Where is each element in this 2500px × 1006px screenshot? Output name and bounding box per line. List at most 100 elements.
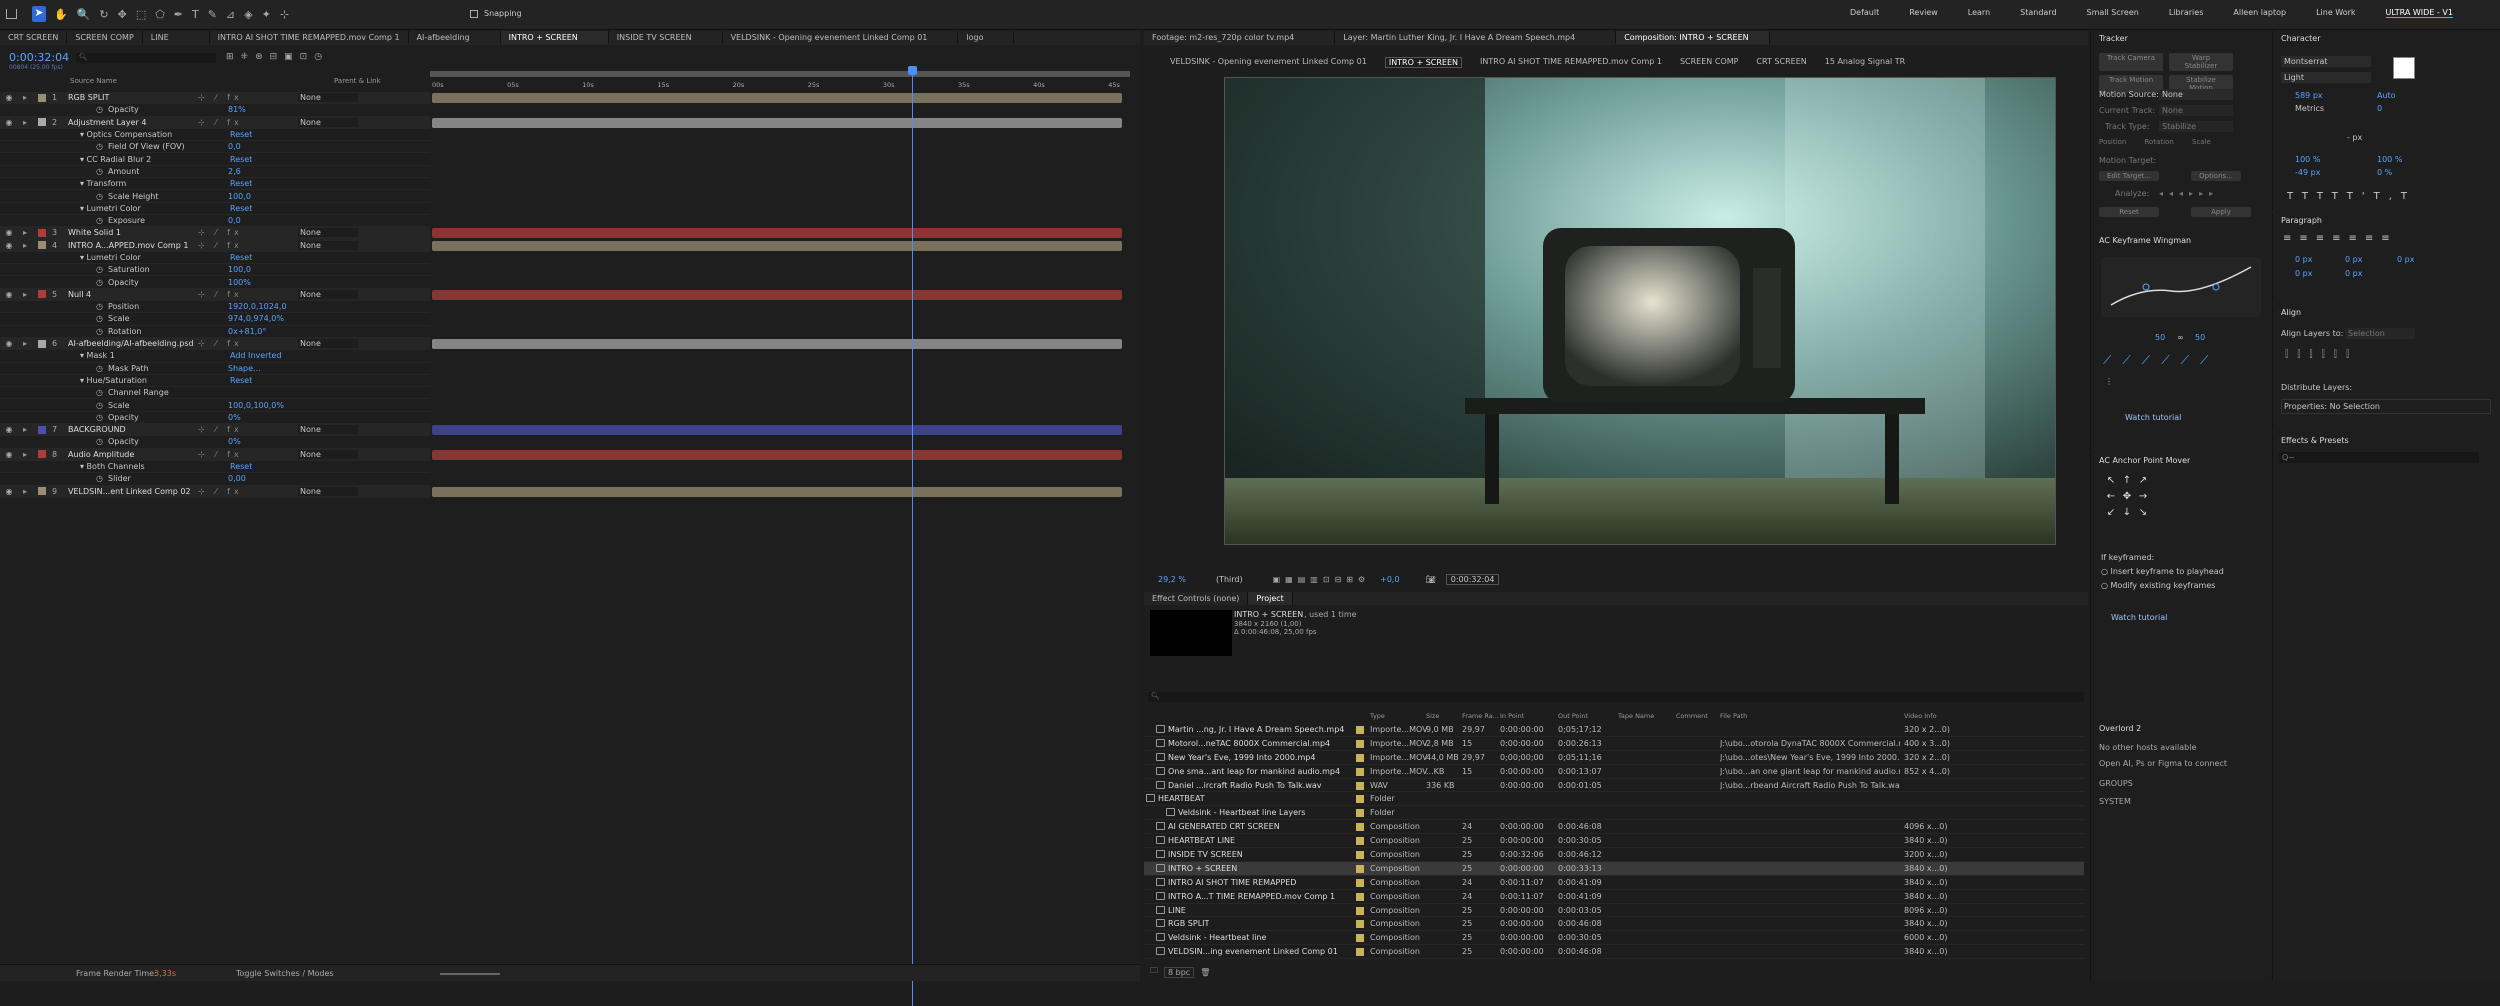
layer-duration-bar[interactable] <box>432 339 1122 349</box>
stopwatch-icon[interactable]: ◷ <box>96 167 108 176</box>
fill-color-swatch[interactable] <box>2393 57 2415 79</box>
watch-tutorial-link[interactable]: Watch tutorial <box>2125 413 2181 422</box>
layer-duration-bar[interactable] <box>432 93 1122 103</box>
snapshot-icon[interactable]: 📷︎ <box>1426 575 1436 584</box>
col-out-point[interactable]: Out Point <box>1558 712 1588 720</box>
project-item-row[interactable]: HEARTBEAT LINE Composition 25 0:00:00:00 0:0… <box>1144 834 2084 849</box>
tab-layer[interactable]: Layer: Martin Luther King, Jr. I Have A … <box>1335 31 1617 44</box>
property-value[interactable]: 100,0,100,0% <box>228 401 284 410</box>
label-color-chip[interactable] <box>1356 892 1364 901</box>
property-row[interactable]: ◷ Position 1920,0,1024,0 <box>0 301 430 314</box>
property-value[interactable]: 2,6 <box>228 167 241 176</box>
parent-select[interactable]: None <box>298 486 358 496</box>
horizontal-scale-value[interactable]: 100 % <box>2377 155 2402 164</box>
layer-duration-bar[interactable] <box>432 228 1122 239</box>
tab-inside-tv-screen[interactable]: INSIDE TV SCREEN <box>609 31 723 44</box>
layer-switches[interactable]: ⊹ ⁄ fx <box>198 425 298 434</box>
property-row[interactable]: ◷ Scale Height 100,0 <box>0 190 430 203</box>
label-color-chip[interactable] <box>1356 851 1364 860</box>
workspace-learn[interactable]: Learn <box>1968 8 1990 18</box>
current-track-select[interactable]: None <box>2159 105 2233 116</box>
label-color-chip[interactable] <box>1356 837 1364 846</box>
stopwatch-icon[interactable]: ◷ <box>96 327 108 336</box>
stopwatch-icon[interactable]: ◷ <box>96 216 108 225</box>
property-row[interactable]: ◷ Rotation 0x+81,0° <box>0 326 430 338</box>
property-row[interactable]: ◷ Slider 0,00 <box>0 473 430 486</box>
project-item-row[interactable]: One sma...ant leap for mankind audio.mp4… <box>1144 765 2084 779</box>
label-color-chip[interactable] <box>38 118 46 127</box>
expand-arrow-icon[interactable]: ▸ <box>18 339 32 348</box>
layer-duration-bar[interactable] <box>432 240 1122 251</box>
parent-select[interactable]: None <box>298 289 358 299</box>
reset-link[interactable]: Reset <box>230 376 252 385</box>
edit-target-button[interactable]: Edit Target... <box>2099 171 2159 181</box>
property-value[interactable]: 974,0,974,0% <box>228 314 284 323</box>
label-color-chip[interactable] <box>1356 906 1364 915</box>
label-color-chip[interactable] <box>38 425 46 434</box>
visibility-eye-icon[interactable]: ◉ <box>0 241 18 250</box>
space-after-value[interactable]: 0 px <box>2345 269 2362 278</box>
workspace-default[interactable]: Default <box>1850 8 1879 18</box>
label-color-chip[interactable] <box>38 450 46 459</box>
anchor-watch-tutorial-link[interactable]: Watch tutorial <box>2111 613 2167 622</box>
effect-group-row[interactable]: ▾ Hue/Saturation Reset <box>0 375 430 388</box>
property-row[interactable]: ◷ Channel Range <box>0 387 430 400</box>
group-name[interactable]: ▾ Lumetri Color <box>80 253 230 262</box>
tab-composition[interactable]: Composition: INTRO + SCREEN <box>1616 31 1770 44</box>
layer-name[interactable]: VELDSIN...ent Linked Comp 02 <box>68 487 198 496</box>
parent-select[interactable]: None <box>298 93 358 103</box>
rotation-check[interactable]: Rotation <box>2145 138 2174 146</box>
tab-logo[interactable]: logo <box>958 31 1015 44</box>
label-color-chip[interactable] <box>1356 795 1364 804</box>
tab-intro-screen[interactable]: INTRO + SCREEN <box>500 31 609 44</box>
parent-select[interactable]: None <box>298 117 358 127</box>
ease-out-value[interactable]: 50 <box>2195 333 2205 342</box>
label-color-chip[interactable] <box>1356 753 1364 762</box>
layer-switches[interactable]: ⊹ ⁄ fx <box>198 118 298 127</box>
paragraph-align-buttons[interactable]: ≡≡≡≡≡≡≡ <box>2283 233 2398 244</box>
expand-arrow-icon[interactable]: ▸ <box>18 241 32 250</box>
label-color-chip[interactable] <box>38 241 46 250</box>
stopwatch-icon[interactable]: ◷ <box>96 142 108 151</box>
stopwatch-icon[interactable]: ◷ <box>96 437 108 446</box>
layer-name[interactable]: INTRO A...APPED.mov Comp 1 <box>68 241 198 250</box>
project-item-row[interactable]: AI GENERATED CRT SCREEN Composition 24 0:00… <box>1144 820 2084 835</box>
track-camera-button[interactable]: Track Camera <box>2099 53 2163 71</box>
layer-row[interactable]: ◉ ▸ 8 Audio Amplitude ⊹ ⁄ fx None <box>0 448 430 461</box>
layer-name[interactable]: RGB SPLIT <box>68 93 198 102</box>
project-item-row[interactable]: HEARTBEAT Folder <box>1144 792 2084 807</box>
property-row[interactable]: ◷ Field Of View (FOV) 0,0 <box>0 141 430 154</box>
label-color-chip[interactable] <box>1356 767 1364 776</box>
property-row[interactable]: ◷ Mask Path Shape... <box>0 363 430 375</box>
timeline-timecode[interactable]: 0:00:32:04 <box>9 51 69 64</box>
expand-arrow-icon[interactable]: ▸ <box>18 118 32 127</box>
modify-keyframes-radio[interactable]: ○ Modify existing keyframes <box>2101 581 2215 590</box>
position-check[interactable]: Position <box>2099 138 2126 146</box>
project-item-row[interactable]: LINE Composition 25 0:00:00:00 0:00:03:05 809… <box>1144 904 2084 918</box>
workspace-libraries[interactable]: Libraries <box>2169 8 2204 18</box>
effect-group-row[interactable]: ▾ CC Radial Blur 2 Reset <box>0 153 430 166</box>
group-name[interactable]: ▾ Hue/Saturation <box>80 376 230 385</box>
reset-button[interactable]: Reset <box>2099 207 2159 217</box>
effect-group-row[interactable]: ▾ Both Channels Reset <box>0 461 430 474</box>
layer-name[interactable]: BACKGROUND <box>68 425 198 434</box>
stroke-width-value[interactable]: - px <box>2347 133 2362 142</box>
label-color-chip[interactable] <box>38 228 46 237</box>
indent-right-value[interactable]: 0 px <box>2345 255 2362 264</box>
track-type-select[interactable]: Stabilize <box>2159 121 2233 132</box>
property-value[interactable]: 100% <box>228 278 251 287</box>
effects-search-input[interactable] <box>2279 452 2479 463</box>
layer-switches[interactable]: ⊹ ⁄ fx <box>198 228 298 237</box>
project-item-row[interactable]: Martin ...ng, Jr. I Have A Dream Speech.… <box>1144 723 2084 737</box>
layer-name[interactable]: Null 4 <box>68 290 198 299</box>
reset-link[interactable]: Reset <box>230 462 252 471</box>
breadcrumb-item[interactable]: 15 Analog Signal TR <box>1825 57 1905 68</box>
layer-switches[interactable]: ⊹ ⁄ fx <box>198 339 298 348</box>
property-row[interactable]: ◷ Opacity 81% <box>0 104 430 117</box>
layer-row[interactable]: ◉ ▸ 9 VELDSIN...ent Linked Comp 02 ⊹ ⁄ fx Non… <box>0 485 430 498</box>
group-name[interactable]: ▾ Mask 1 <box>80 351 230 360</box>
effect-group-row[interactable]: ▾ Optics Compensation Reset <box>0 129 430 142</box>
zoom-dropdown[interactable]: 29,2 % <box>1158 575 1186 584</box>
leading-value[interactable]: Auto <box>2377 91 2396 100</box>
col-frame-rate[interactable]: Frame Ra... <box>1462 712 1499 720</box>
